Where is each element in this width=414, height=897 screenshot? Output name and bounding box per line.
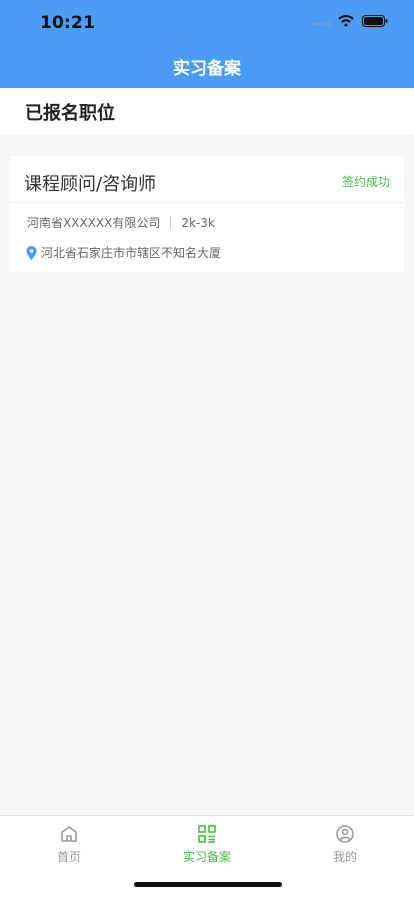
top-app-bar: 10:21 实习备案 — [0, 0, 414, 88]
meta-separator — [170, 215, 172, 230]
job-address: 河北省石家庄市市辖区不知名大厦 — [41, 246, 222, 260]
tab-internship-record[interactable]: 实习备案 — [138, 816, 276, 872]
status-bar: 10:21 — [0, 0, 414, 44]
home-indicator — [134, 882, 282, 887]
tab-profile[interactable]: 我的 — [276, 816, 414, 872]
section-header: 已报名职位 — [0, 88, 414, 135]
job-status-badge: 签约成功 — [341, 175, 390, 189]
tab-internship-record-label: 实习备案 — [182, 850, 231, 864]
location-pin-icon — [26, 245, 37, 260]
wifi-icon — [338, 15, 354, 27]
company-name: 河南省XXXXXX有限公司 — [27, 216, 161, 230]
job-title: 课程顾问/咨询师 — [24, 174, 157, 195]
status-time: 10:21 — [40, 13, 96, 33]
section-title: 已报名职位 — [25, 103, 115, 124]
job-location-row: 河北省石家庄市市辖区不知名大厦 — [26, 244, 221, 261]
page-title: 实习备案 — [173, 59, 241, 79]
qrcode-icon — [198, 825, 216, 843]
job-meta-row: 河南省XXXXXX有限公司 2k-3k — [27, 214, 215, 231]
tab-profile-label: 我的 — [332, 850, 357, 864]
battery-icon — [362, 15, 388, 27]
signal-icon — [312, 22, 330, 26]
salary-range: 2k-3k — [181, 215, 215, 230]
tab-home[interactable]: 首页 — [0, 816, 138, 872]
status-icons — [312, 15, 388, 27]
home-icon — [61, 826, 77, 842]
tab-home-label: 首页 — [56, 850, 81, 864]
user-icon — [336, 825, 354, 843]
job-card[interactable]: 课程顾问/咨询师 签约成功 河南省XXXXXX有限公司 2k-3k 河北省石家庄… — [10, 156, 404, 272]
card-divider — [10, 202, 404, 203]
